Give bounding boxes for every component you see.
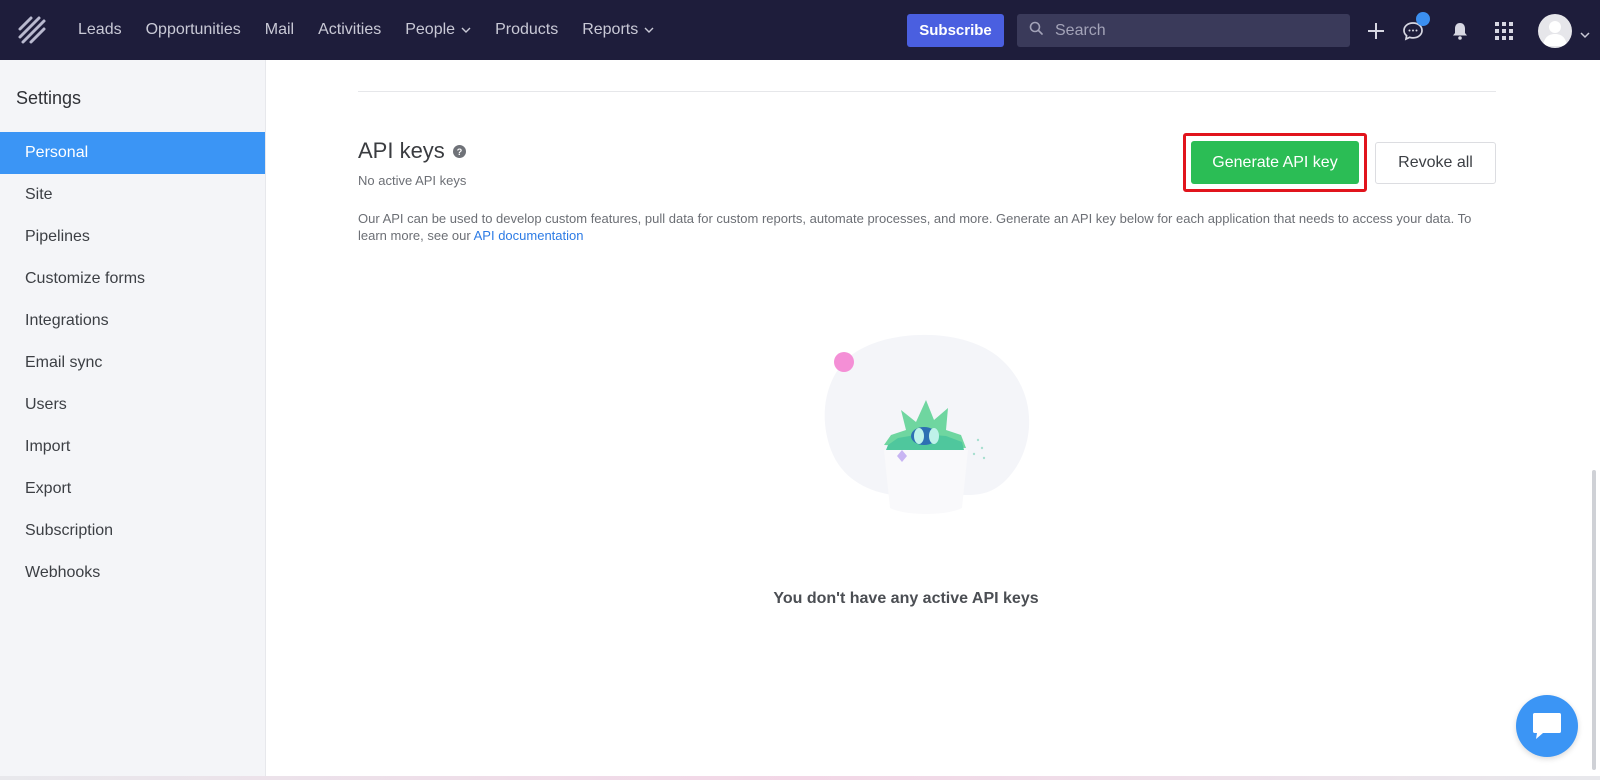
sidebar-item-pipelines[interactable]: Pipelines	[0, 216, 265, 258]
nav-item-products[interactable]: Products	[483, 0, 570, 60]
sidebar-menu: Personal Site Pipelines Customize forms Inte…	[0, 132, 265, 594]
chat-widget-button[interactable]	[1516, 695, 1578, 757]
api-description: Our API can be used to develop custom fe…	[358, 210, 1496, 244]
help-icon[interactable]: ?	[452, 144, 466, 158]
subscribe-button[interactable]: Subscribe	[907, 14, 1004, 47]
message-icon	[1533, 713, 1561, 739]
nav-item-label: People	[405, 21, 456, 38]
nav-item-label: Opportunities	[145, 21, 241, 38]
nav-item-label: Products	[495, 21, 559, 38]
api-documentation-link[interactable]: API documentation	[474, 228, 584, 243]
bottom-strip	[0, 776, 1600, 780]
sidebar-item-import[interactable]: Import	[0, 426, 265, 468]
sidebar-title: Settings	[16, 88, 82, 108]
nav-item-label: Reports	[582, 21, 639, 38]
section-divider	[358, 91, 1496, 92]
nav-item-label: Leads	[78, 21, 122, 38]
generate-api-key-button[interactable]: Generate API key	[1191, 141, 1359, 184]
section-title-text: API keys	[358, 138, 445, 163]
settings-sidebar: Settings Personal Site Pipelines Customize …	[0, 60, 266, 778]
search-input[interactable]	[1055, 21, 1335, 40]
nav-item-leads[interactable]: Leads	[66, 0, 134, 60]
sidebar-item-site[interactable]: Site	[0, 174, 265, 216]
svg-text:?: ?	[457, 147, 463, 157]
nav-item-people[interactable]: People	[393, 0, 483, 60]
scrollbar[interactable]	[1592, 470, 1596, 770]
chevron-down-icon	[461, 26, 471, 34]
section-subtitle: No active API keys	[358, 173, 467, 188]
sidebar-item-integrations[interactable]: Integrations	[0, 300, 265, 342]
avatar[interactable]	[1538, 14, 1572, 48]
revoke-all-button[interactable]: Revoke all	[1375, 142, 1496, 184]
sidebar-item-webhooks[interactable]: Webhooks	[0, 552, 265, 594]
nav-item-opportunities[interactable]: Opportunities	[134, 0, 253, 60]
bell-icon[interactable]	[1447, 18, 1473, 44]
nav-item-mail[interactable]: Mail	[253, 0, 306, 60]
search-box[interactable]	[1017, 14, 1350, 47]
search-icon	[1029, 21, 1043, 40]
top-navbar: Leads Opportunities Mail Activities People Pr…	[0, 0, 1600, 60]
plus-icon[interactable]	[1363, 18, 1389, 44]
nav-item-label: Mail	[264, 21, 295, 38]
notification-dot	[1416, 12, 1430, 26]
sidebar-item-users[interactable]: Users	[0, 384, 265, 426]
empty-state-illustration	[806, 330, 1046, 530]
sidebar-item-export[interactable]: Export	[0, 468, 265, 510]
sidebar-item-personal[interactable]: Personal	[0, 132, 265, 174]
chevron-down-icon	[644, 26, 654, 34]
nav-item-reports[interactable]: Reports	[570, 0, 666, 60]
apps-grid-icon[interactable]	[1491, 18, 1517, 44]
nav-item-activities[interactable]: Activities	[306, 0, 393, 60]
chevron-down-icon[interactable]	[1580, 26, 1590, 44]
sidebar-item-customize-forms[interactable]: Customize forms	[0, 258, 265, 300]
sidebar-item-email-sync[interactable]: Email sync	[0, 342, 265, 384]
logo-icon[interactable]	[12, 10, 52, 50]
main-content: API keys ? No active API keys Generate A…	[266, 60, 1600, 778]
chat-icon[interactable]	[1400, 12, 1430, 44]
nav-item-label: Activities	[318, 21, 382, 38]
sidebar-item-subscription[interactable]: Subscription	[0, 510, 265, 552]
section-title: API keys ?	[358, 138, 466, 164]
empty-state-message: You don't have any active API keys	[773, 590, 1039, 607]
main-nav: Leads Opportunities Mail Activities People Pr…	[66, 0, 666, 60]
